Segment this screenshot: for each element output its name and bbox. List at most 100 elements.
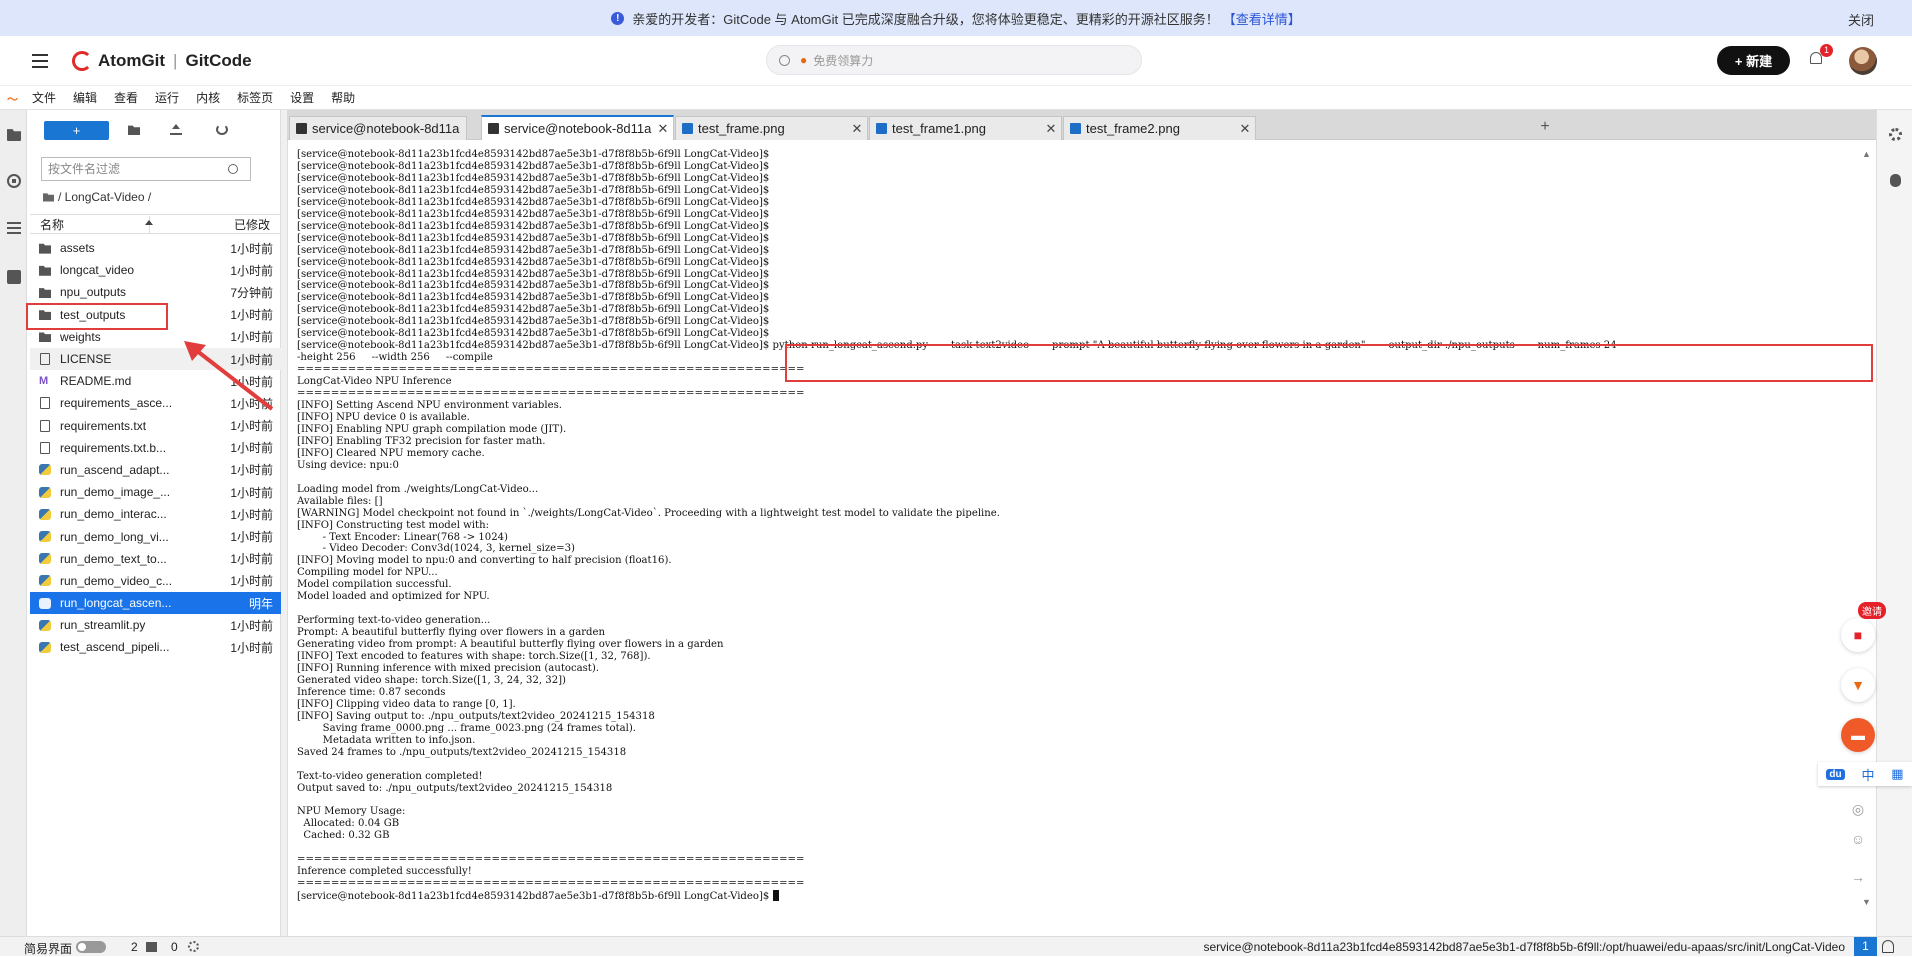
announcement-bar: ! 亲爱的开发者：GitCode 与 AtomGit 已完成深度融合升级，您将体… xyxy=(0,0,1912,36)
trophy-icon[interactable]: ▼ xyxy=(1841,668,1875,702)
simple-mode-toggle[interactable] xyxy=(76,941,106,953)
debugger-bug-icon[interactable] xyxy=(1890,174,1901,187)
python-file-icon xyxy=(39,531,51,543)
menu-help[interactable]: 帮助 xyxy=(331,89,355,106)
tab-terminal-2[interactable]: service@notebook-8d11a ✕ xyxy=(481,115,674,140)
bell-icon[interactable] xyxy=(1882,940,1894,953)
close-icon[interactable]: ✕ xyxy=(653,121,673,137)
tab-test-frame1[interactable]: test_frame1.png ✕ xyxy=(869,116,1062,140)
avatar[interactable] xyxy=(1849,47,1877,75)
folder-icon xyxy=(39,288,51,298)
ime-grid-icon[interactable]: ▦ xyxy=(1891,766,1903,782)
add-tab-icon[interactable]: + xyxy=(1536,118,1554,136)
ime-toolbar[interactable]: du 中 ▦ xyxy=(1818,762,1912,786)
notification-count-badge[interactable]: 1 xyxy=(1854,937,1877,956)
simple-mode-label: 简易界面 xyxy=(24,942,73,956)
file-row[interactable]: run_ascend_adapt... 1小时前 xyxy=(30,459,281,481)
file-row[interactable]: run_demo_long_vi... 1小时前 xyxy=(30,525,281,547)
file-row[interactable]: requirements.txt.b... 1小时前 xyxy=(30,437,281,459)
file-row[interactable]: run_streamlit.py 1小时前 xyxy=(30,614,281,636)
running-sessions-icon[interactable] xyxy=(7,174,21,188)
menu-edit[interactable]: 编辑 xyxy=(73,89,97,106)
terminal-count: 2 xyxy=(131,940,138,954)
menu-run[interactable]: 运行 xyxy=(155,89,179,106)
file-row[interactable]: run_longcat_ascen... 明年 xyxy=(30,592,281,615)
refresh-circle-icon[interactable]: ◎ xyxy=(1841,792,1875,826)
file-row[interactable]: npu_outputs 7分钟前 xyxy=(30,281,281,303)
current-path: service@notebook-8d11a23b1fcd4e8593142bd… xyxy=(1203,940,1845,954)
property-inspector-gear-icon[interactable] xyxy=(1889,128,1902,141)
menu-view[interactable]: 查看 xyxy=(114,89,138,106)
file-row[interactable]: test_ascend_pipeli... 1小时前 xyxy=(30,636,281,658)
file-row[interactable]: run_demo_text_to... 1小时前 xyxy=(30,548,281,570)
scroll-up-arrow-icon[interactable]: ▲ xyxy=(1862,149,1871,159)
breadcrumb-path: / LongCat-Video / xyxy=(58,190,152,204)
new-folder-icon[interactable] xyxy=(128,125,140,135)
tab-terminal-1[interactable]: service@notebook-8d11a xyxy=(289,116,467,140)
file-modified: 1小时前 xyxy=(230,507,273,522)
breadcrumb[interactable]: / LongCat-Video / xyxy=(43,190,151,204)
hamburger-menu-icon[interactable] xyxy=(32,53,48,68)
brand-separator: | xyxy=(173,50,178,70)
arrow-right-icon[interactable]: → xyxy=(1841,860,1875,894)
chat-support-icon[interactable]: ▬ xyxy=(1841,718,1875,752)
column-modified-header[interactable]: 已修改 xyxy=(196,216,276,233)
kernel-count: 0 xyxy=(171,940,178,954)
site-logo[interactable]: AtomGit | GitCode xyxy=(72,50,252,71)
menu-tabs[interactable]: 标签页 xyxy=(237,89,273,106)
ime-chinese-mode[interactable]: 中 xyxy=(1861,765,1874,784)
file-list: assets 1小时前 longcat_video 1小时前 npu_outputs 7分… xyxy=(30,237,281,659)
file-row[interactable]: assets 1小时前 xyxy=(30,237,281,259)
kernel-status-icon xyxy=(188,941,199,952)
search-input[interactable]: ● 免费领算力 xyxy=(766,45,1142,75)
announcement-details-link[interactable]: 【查看详情】 xyxy=(1223,9,1301,28)
file-row[interactable]: requirements.txt 1小时前 xyxy=(30,415,281,437)
file-icon xyxy=(40,397,50,410)
file-row[interactable]: run_demo_video_c... 1小时前 xyxy=(30,570,281,592)
file-browser-folder-icon[interactable] xyxy=(7,129,21,141)
file-name: requirements.txt.b... xyxy=(60,440,167,455)
new-button[interactable]: + 新建 xyxy=(1717,46,1790,75)
announcement-close-button[interactable]: 关闭 xyxy=(1848,10,1874,29)
table-of-contents-icon[interactable] xyxy=(7,222,21,236)
extensions-icon[interactable] xyxy=(7,270,21,284)
file-modified: 1小时前 xyxy=(230,419,273,434)
terminal-cursor xyxy=(772,890,779,902)
invite-badge[interactable]: 邀请 xyxy=(1858,602,1886,619)
close-icon[interactable]: ✕ xyxy=(847,121,867,137)
menu-kernel[interactable]: 内核 xyxy=(196,89,220,106)
refresh-icon[interactable] xyxy=(216,124,228,135)
close-icon[interactable]: ✕ xyxy=(1235,121,1255,137)
upload-icon[interactable] xyxy=(170,124,182,135)
close-icon[interactable]: ✕ xyxy=(1041,121,1061,137)
gift-icon[interactable]: ■ xyxy=(1841,618,1875,652)
menu-settings[interactable]: 设置 xyxy=(290,89,314,106)
file-filter-input[interactable]: 按文件名过滤 xyxy=(41,157,251,181)
file-modified: 1小时前 xyxy=(230,308,273,323)
smiley-icon[interactable]: ☺ xyxy=(1841,822,1875,856)
tab-test-frame[interactable]: test_frame.png ✕ xyxy=(675,116,868,140)
tab-test-frame2[interactable]: test_frame2.png ✕ xyxy=(1063,116,1256,140)
terminal-icon xyxy=(488,123,499,134)
file-browser-panel: + 按文件名过滤 / LongCat-Video / 名称 已修改 assets… xyxy=(27,110,281,936)
menu-file[interactable]: 文件 xyxy=(32,89,56,106)
file-icon xyxy=(40,353,50,366)
search-placeholder: 免费领算力 xyxy=(813,53,874,68)
scroll-down-arrow-icon[interactable]: ▼ xyxy=(1862,897,1871,907)
terminal-panel[interactable]: [service@notebook-8d11a23b1fcd4e8593142b… xyxy=(287,140,1876,936)
notifications-button[interactable]: 1 xyxy=(1808,44,1833,68)
file-icon xyxy=(40,419,50,432)
new-launcher-button[interactable]: + xyxy=(44,121,109,140)
file-name: run_ascend_adapt... xyxy=(60,462,170,477)
file-list-header: 名称 已修改 xyxy=(30,214,281,234)
file-name: run_demo_long_vi... xyxy=(60,529,169,544)
top-header: AtomGit | GitCode ● 免费领算力 + 新建 1 xyxy=(0,36,1912,86)
column-name-header[interactable]: 名称 xyxy=(40,215,153,233)
file-row[interactable]: run_demo_image_... 1小时前 xyxy=(30,481,281,503)
file-row[interactable]: run_demo_interac... 1小时前 xyxy=(30,503,281,525)
file-row[interactable]: longcat_video 1小时前 xyxy=(30,259,281,281)
python-file-icon xyxy=(39,597,51,609)
announcement-text: 亲爱的开发者：GitCode 与 AtomGit 已完成深度融合升级，您将体验更… xyxy=(632,11,1219,27)
terminal-output[interactable]: [service@notebook-8d11a23b1fcd4e8593142b… xyxy=(297,149,1857,903)
file-name: run_streamlit.py xyxy=(60,618,146,633)
